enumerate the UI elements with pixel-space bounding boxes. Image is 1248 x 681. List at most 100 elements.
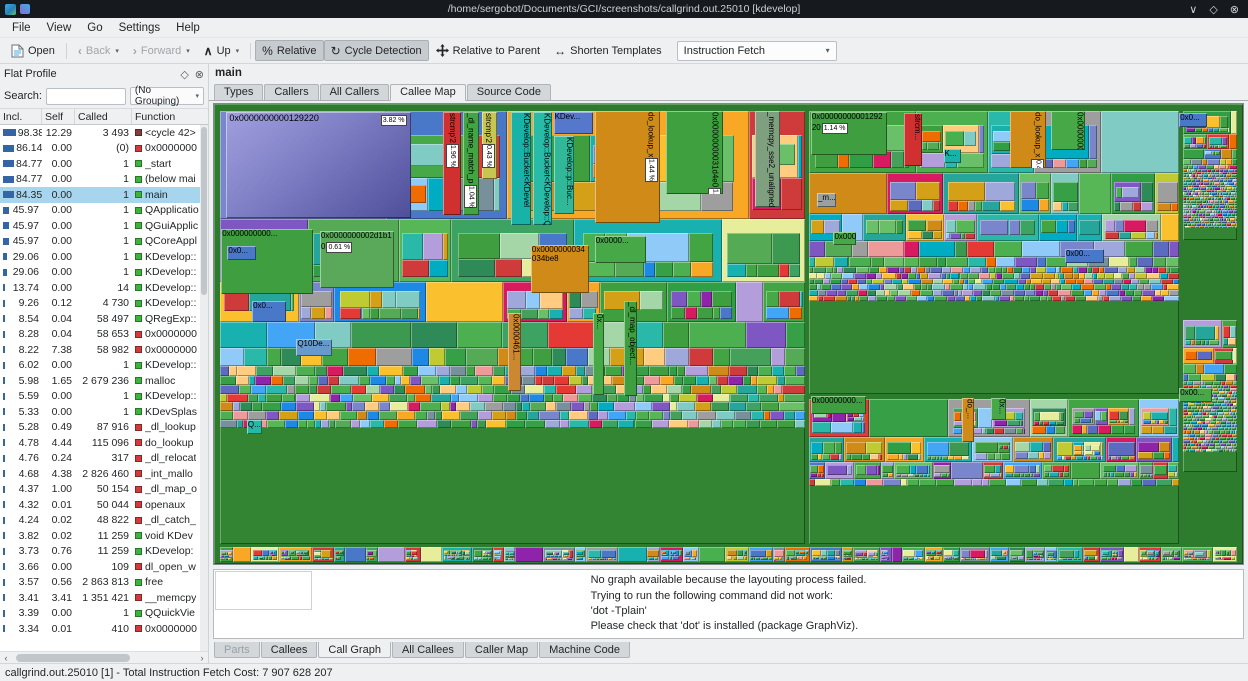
treemap-tile[interactable] (296, 366, 315, 376)
treemap-tile[interactable] (415, 394, 431, 403)
treemap-tile[interactable] (858, 558, 860, 559)
treemap-tile[interactable] (1122, 187, 1139, 198)
treemap-tile[interactable] (927, 442, 949, 456)
treemap-tile[interactable] (779, 557, 782, 560)
treemap-tile[interactable] (315, 420, 322, 429)
treemap-tile[interactable] (389, 394, 407, 403)
treemap-tile[interactable] (697, 394, 713, 403)
treemap-tile[interactable] (989, 479, 1005, 487)
treemap-tile[interactable] (685, 366, 709, 376)
treemap-tile[interactable] (934, 473, 942, 477)
treemap-tile[interactable] (301, 307, 311, 319)
treemap-tile[interactable] (955, 296, 964, 302)
table-row[interactable]: 4.320.0150 044openaux (0, 497, 208, 513)
treemap-tile[interactable] (1235, 226, 1238, 229)
table-row[interactable]: 4.684.382 826 460_int_mallo (0, 466, 208, 482)
treemap-tile[interactable] (712, 291, 732, 307)
treemap-tile[interactable] (525, 385, 543, 394)
treemap-tile[interactable] (618, 420, 634, 429)
treemap-tile[interactable] (911, 442, 921, 453)
treemap-tile[interactable] (340, 291, 371, 309)
treemap-tile[interactable] (369, 557, 374, 560)
treemap-cell[interactable]: 0x0... (1179, 113, 1207, 126)
treemap-tile[interactable] (781, 178, 802, 210)
treemap-tile[interactable] (460, 376, 478, 385)
treemap-tile[interactable] (683, 376, 697, 385)
treemap-tile[interactable] (716, 411, 735, 420)
treemap-tile[interactable] (809, 241, 825, 257)
treemap-tile[interactable] (649, 366, 669, 376)
treemap-tile[interactable] (904, 241, 919, 257)
treemap-tile[interactable] (458, 259, 495, 277)
treemap-tile[interactable] (552, 348, 567, 366)
treemap-tile[interactable] (652, 420, 669, 429)
treemap-tile[interactable] (608, 411, 626, 420)
treemap-tile[interactable] (1192, 560, 1193, 561)
treemap-tile[interactable] (423, 233, 443, 260)
tab-parts[interactable]: Parts (214, 642, 260, 658)
treemap-tile[interactable] (990, 473, 1000, 477)
treemap-tile[interactable] (493, 394, 507, 403)
tab-caller-map[interactable]: Caller Map (465, 642, 538, 658)
treemap-tile[interactable] (901, 474, 908, 477)
treemap-tile[interactable] (390, 402, 408, 411)
treemap-tile[interactable] (1101, 456, 1103, 460)
treemap-tile[interactable] (290, 551, 294, 554)
treemap-tile[interactable] (1079, 173, 1111, 214)
treemap-tile[interactable] (298, 411, 314, 420)
treemap-tile[interactable] (558, 555, 560, 557)
treemap-tile[interactable] (1013, 473, 1020, 477)
treemap-tile[interactable] (691, 385, 712, 394)
treemap-tile[interactable] (635, 402, 652, 411)
menu-help[interactable]: Help (168, 20, 208, 36)
treemap-tile[interactable] (1078, 479, 1094, 487)
table-row[interactable]: 84.770.001_start (0, 156, 208, 172)
treemap-tile[interactable] (1103, 465, 1116, 472)
close-icon[interactable]: ⊗ (1230, 3, 1239, 16)
treemap-tile[interactable] (784, 411, 795, 420)
treemap-tile[interactable] (248, 411, 266, 420)
treemap-tile[interactable] (843, 559, 845, 560)
treemap-tile[interactable] (862, 454, 870, 460)
treemap-cell[interactable]: 0x00... (1179, 388, 1212, 401)
treemap-tile[interactable] (515, 547, 543, 562)
shorten-templates-toggle[interactable]: ↔ Shorten Templates (547, 40, 669, 61)
treemap-tile[interactable] (386, 376, 395, 385)
treemap-tile[interactable] (689, 322, 746, 348)
treemap-tile[interactable] (879, 454, 882, 460)
treemap-tile[interactable] (1119, 232, 1131, 239)
treemap-tile[interactable] (1056, 421, 1063, 425)
treemap-tile[interactable] (785, 376, 805, 385)
treemap-tile[interactable] (466, 557, 469, 559)
treemap-tile[interactable] (1094, 479, 1106, 487)
treemap-tile[interactable] (837, 557, 840, 559)
treemap-tile[interactable] (1153, 452, 1163, 459)
treemap-tile[interactable] (1219, 557, 1221, 559)
treemap-tile[interactable] (1029, 296, 1040, 302)
treemap-tile[interactable] (956, 220, 975, 233)
treemap-tile[interactable] (944, 559, 945, 560)
treemap-tile[interactable] (456, 385, 467, 394)
treemap-tile[interactable] (927, 142, 939, 150)
treemap-tile[interactable] (746, 322, 786, 348)
table-row[interactable]: 13.740.0014KDevelop:: (0, 280, 208, 296)
treemap-tile[interactable] (994, 420, 1007, 426)
treemap-tile[interactable] (868, 296, 877, 302)
treemap-tile[interactable] (671, 291, 686, 307)
treemap-tile[interactable] (576, 366, 585, 376)
treemap-tile[interactable] (460, 411, 479, 420)
treemap-tile[interactable] (999, 296, 1010, 302)
treemap-tile[interactable] (677, 366, 685, 376)
treemap-tile[interactable] (478, 376, 492, 385)
treemap-tile[interactable] (1028, 452, 1039, 459)
treemap-tile[interactable] (220, 366, 230, 376)
treemap-cell[interactable]: 0x... (593, 313, 604, 395)
treemap-tile[interactable] (569, 376, 582, 385)
treemap-tile[interactable] (1195, 128, 1203, 132)
treemap-tile[interactable] (221, 558, 223, 559)
treemap-tile[interactable] (314, 402, 321, 411)
treemap-tile[interactable] (598, 402, 614, 411)
treemap-tile[interactable] (689, 233, 714, 262)
treemap-tile[interactable] (730, 348, 771, 366)
treemap-tile[interactable] (321, 550, 331, 558)
